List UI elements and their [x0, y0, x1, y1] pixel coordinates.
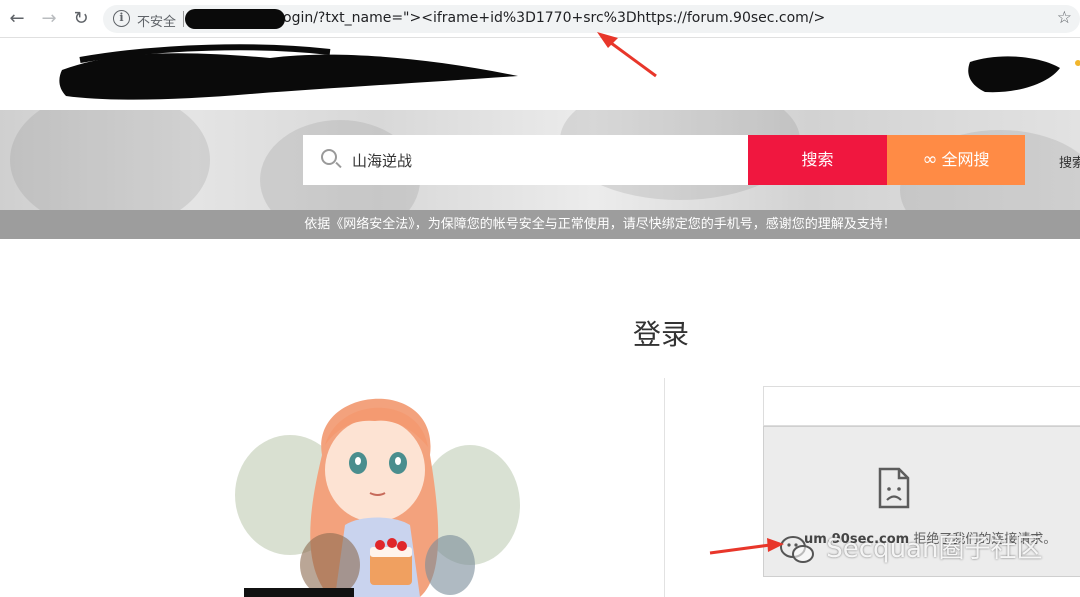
- address-separator: [183, 11, 184, 27]
- broken-document-icon: [878, 467, 910, 509]
- infinity-icon: ∞: [922, 149, 938, 170]
- page: ← → ↻ i 不安全 ogin/?txt_name="><iframe+id%…: [0, 0, 1080, 597]
- url-text[interactable]: ogin/?txt_name="><iframe+id%3D1770+src%3…: [283, 10, 825, 26]
- login-title: 登录: [633, 318, 690, 351]
- search-button[interactable]: 搜索: [748, 135, 887, 185]
- iframe-header: [763, 386, 1080, 426]
- forward-icon[interactable]: →: [38, 8, 60, 30]
- info-icon[interactable]: i: [113, 10, 130, 27]
- security-label[interactable]: 不安全: [137, 11, 176, 30]
- redacted-caption: [244, 588, 354, 597]
- site-header: [0, 38, 1080, 110]
- wechat-icon: [780, 535, 814, 563]
- redacted-logo: [59, 44, 1060, 100]
- notice-bar: 依据《网络安全法》，为保障您的帐号安全与正常使用，请尽快绑定您的手机号，感谢您的…: [0, 210, 1080, 239]
- watermark-text: Secquan圈子社区: [826, 534, 1043, 564]
- search-banner: 搜索 ∞全网搜 搜索: [0, 110, 1080, 210]
- watermark: Secquan圈子社区: [780, 528, 1042, 565]
- search-right-link[interactable]: 搜索: [1059, 152, 1080, 171]
- all-web-search-label: 全网搜: [941, 150, 990, 169]
- search-icon: [321, 149, 337, 165]
- browser-toolbar: ← → ↻ i 不安全 ogin/?txt_name="><iframe+id%…: [0, 0, 1080, 38]
- search-input[interactable]: [352, 147, 732, 173]
- star-icon[interactable]: ☆: [1057, 8, 1072, 28]
- anime-illustration: [235, 398, 520, 597]
- redaction-mark: [185, 9, 285, 29]
- user-badge: [1075, 60, 1080, 66]
- back-icon[interactable]: ←: [6, 8, 28, 30]
- all-web-search-button[interactable]: ∞ 全网搜: [887, 135, 1025, 185]
- search-box: [303, 135, 749, 185]
- reload-icon[interactable]: ↻: [70, 8, 92, 30]
- column-divider: [664, 378, 665, 597]
